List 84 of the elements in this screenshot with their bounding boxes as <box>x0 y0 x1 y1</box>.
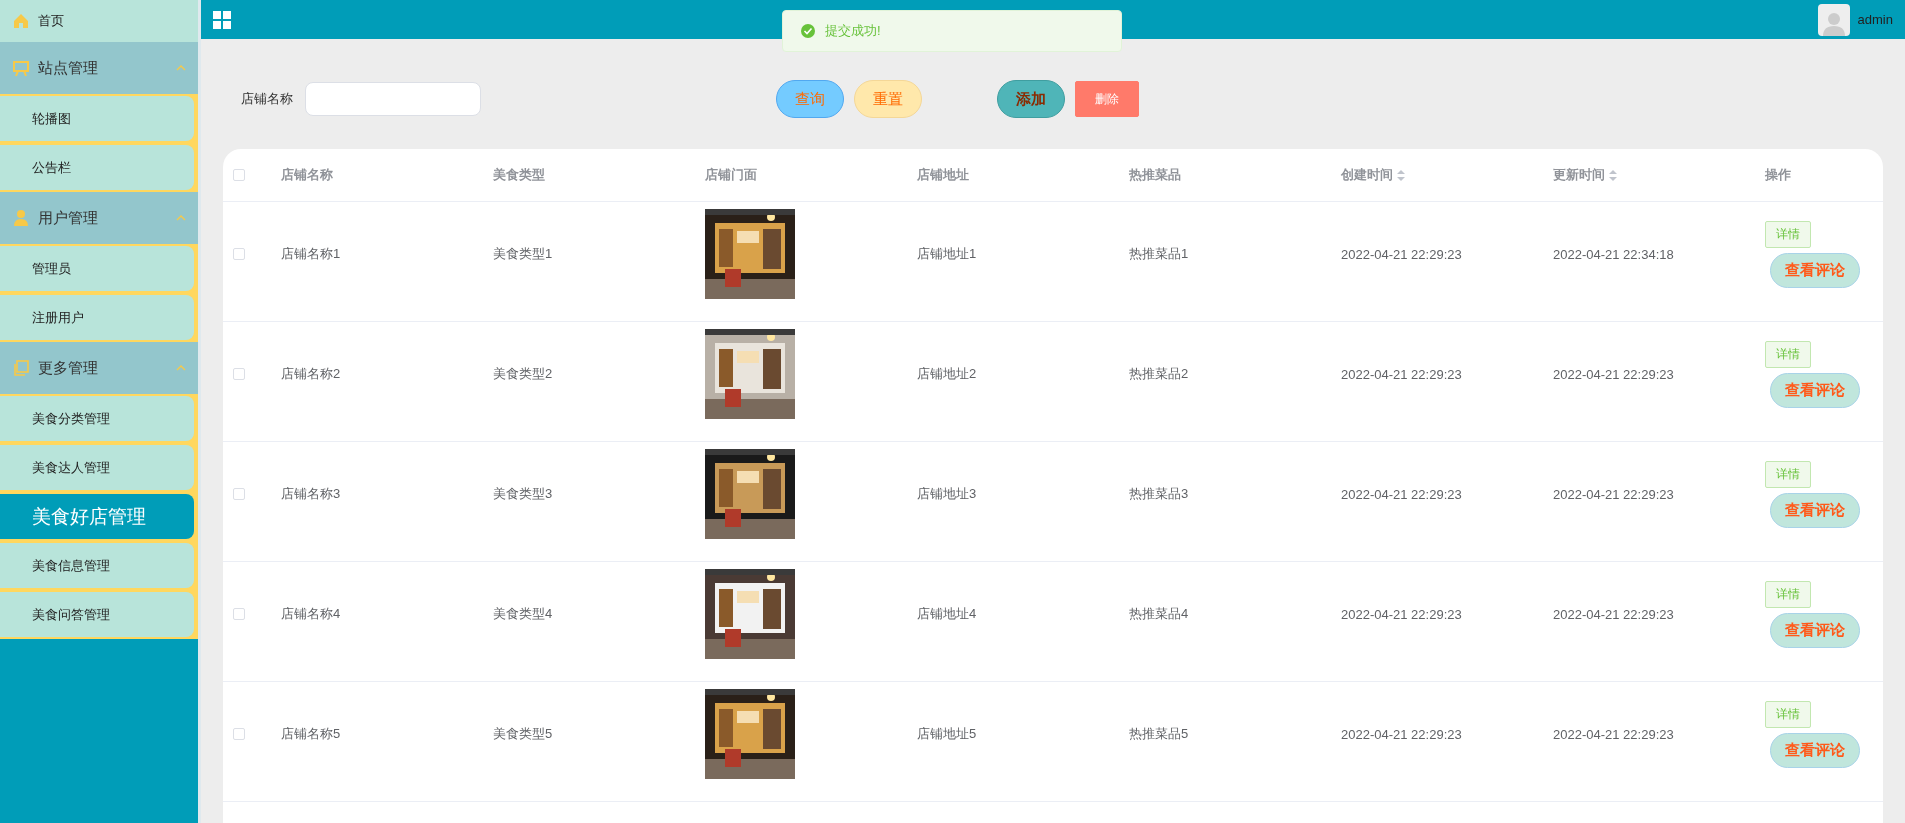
add-button[interactable]: 添加 <box>997 80 1065 118</box>
avatar[interactable] <box>1817 3 1850 36</box>
column-header: 美食类型 <box>493 166 545 184</box>
sidebar-group[interactable]: 更多管理 <box>0 342 198 394</box>
table-cell-text: 美食类型2 <box>493 365 554 384</box>
delete-button[interactable]: 删除 <box>1075 81 1139 117</box>
table-cell-text: 2022-04-21 22:29:23 <box>1341 246 1463 262</box>
detail-button[interactable]: 详情 <box>1765 460 1811 488</box>
user-icon <box>12 209 30 227</box>
sidebar-item[interactable]: 美食达人管理 <box>0 445 194 490</box>
checkbox[interactable] <box>233 248 245 261</box>
query-button[interactable]: 查询 <box>776 80 844 118</box>
table-cell-text: 店铺地址5 <box>917 725 978 744</box>
table-cell-text: 热推菜品3 <box>1129 485 1190 504</box>
search-label: 店铺名称 <box>241 90 293 108</box>
table-cell-text: 2022-04-21 22:29:23 <box>1341 366 1463 382</box>
search-field[interactable] <box>305 82 481 116</box>
table-cell-text: 店铺名称4 <box>281 605 342 624</box>
column-header: 店铺名称 <box>281 166 333 184</box>
checkbox[interactable] <box>233 488 245 501</box>
checkbox[interactable] <box>233 608 245 621</box>
user-name[interactable]: admin <box>1857 12 1893 27</box>
table-cell-text: 店铺地址3 <box>917 485 978 504</box>
column-header[interactable]: 更新时间 <box>1553 166 1605 184</box>
check-circle-icon <box>801 24 815 38</box>
toast-message: 提交成功! <box>825 22 881 40</box>
detail-button[interactable]: 详情 <box>1765 580 1811 608</box>
comments-button[interactable]: 查看评论 <box>1770 612 1860 648</box>
table-cell-text: 2022-04-21 22:29:23 <box>1553 726 1675 742</box>
sidebar-item[interactable]: 美食信息管理 <box>0 543 194 588</box>
column-header[interactable]: 创建时间 <box>1341 166 1393 184</box>
table-cell-text: 2022-04-21 22:34:18 <box>1553 246 1675 262</box>
table-cell-text: 店铺名称2 <box>281 365 342 384</box>
table-cell-text: 热推菜品5 <box>1129 725 1190 744</box>
easel-icon <box>12 59 30 77</box>
table-cell-text: 2022-04-21 22:29:23 <box>1553 606 1675 622</box>
table-cell-text: 店铺地址1 <box>917 245 978 264</box>
copy-icon <box>12 359 30 377</box>
column-header: 店铺门面 <box>705 166 757 184</box>
table-cell-text: 店铺名称1 <box>281 245 342 264</box>
table-cell-text: 2022-04-21 22:29:23 <box>1553 486 1675 502</box>
sidebar-item[interactable]: 注册用户 <box>0 295 194 340</box>
table-cell-text: 美食类型1 <box>493 245 554 264</box>
sidebar-group[interactable]: 站点管理 <box>0 42 198 94</box>
column-header: 店铺地址 <box>917 166 969 184</box>
detail-button[interactable]: 详情 <box>1765 700 1811 728</box>
column-header: 操作 <box>1765 166 1791 184</box>
table-cell-text: 店铺地址2 <box>917 365 978 384</box>
table-cell-text: 2022-04-21 22:29:23 <box>1341 726 1463 742</box>
grid-icon[interactable] <box>213 10 231 29</box>
sidebar-item[interactable]: 轮播图 <box>0 96 194 141</box>
table-cell-text: 热推菜品1 <box>1129 245 1190 264</box>
comments-button[interactable]: 查看评论 <box>1770 372 1860 408</box>
table-cell-text: 美食类型4 <box>493 605 554 624</box>
sidebar-item[interactable]: 美食好店管理 <box>0 494 194 539</box>
table-cell-text: 美食类型5 <box>493 725 554 744</box>
sidebar-item[interactable]: 公告栏 <box>0 145 194 190</box>
table-cell-text: 2022-04-21 22:29:23 <box>1341 486 1463 502</box>
table-cell-text: 热推菜品4 <box>1129 605 1190 624</box>
sidebar-item[interactable]: 管理员 <box>0 246 194 291</box>
table-cell-text: 热推菜品2 <box>1129 365 1190 384</box>
detail-button[interactable]: 详情 <box>1765 340 1811 368</box>
table-cell-text: 美食类型3 <box>493 485 554 504</box>
reset-button[interactable]: 重置 <box>854 80 922 118</box>
comments-button[interactable]: 查看评论 <box>1770 252 1860 288</box>
detail-button[interactable]: 详情 <box>1765 220 1811 248</box>
column-header: 热推菜品 <box>1129 166 1181 184</box>
sidebar-item[interactable]: 首页 <box>0 0 198 42</box>
sort-icon[interactable] <box>1397 169 1405 181</box>
sidebar-group[interactable]: 用户管理 <box>0 192 198 244</box>
sidebar-item[interactable]: 美食问答管理 <box>0 592 194 637</box>
table-cell-text: 2022-04-21 22:29:23 <box>1341 606 1463 622</box>
table-cell-text: 店铺名称5 <box>281 725 342 744</box>
sort-icon[interactable] <box>1609 169 1617 181</box>
table-cell-text: 店铺名称3 <box>281 485 342 504</box>
checkbox[interactable] <box>233 728 245 741</box>
table-cell-text: 店铺地址4 <box>917 605 978 624</box>
checkbox[interactable] <box>233 169 245 181</box>
home-icon <box>12 12 30 30</box>
sidebar-item[interactable]: 美食分类管理 <box>0 396 194 441</box>
checkbox[interactable] <box>233 368 245 381</box>
comments-button[interactable]: 查看评论 <box>1770 732 1860 768</box>
comments-button[interactable]: 查看评论 <box>1770 492 1860 528</box>
table-cell-text: 2022-04-21 22:29:23 <box>1553 366 1675 382</box>
